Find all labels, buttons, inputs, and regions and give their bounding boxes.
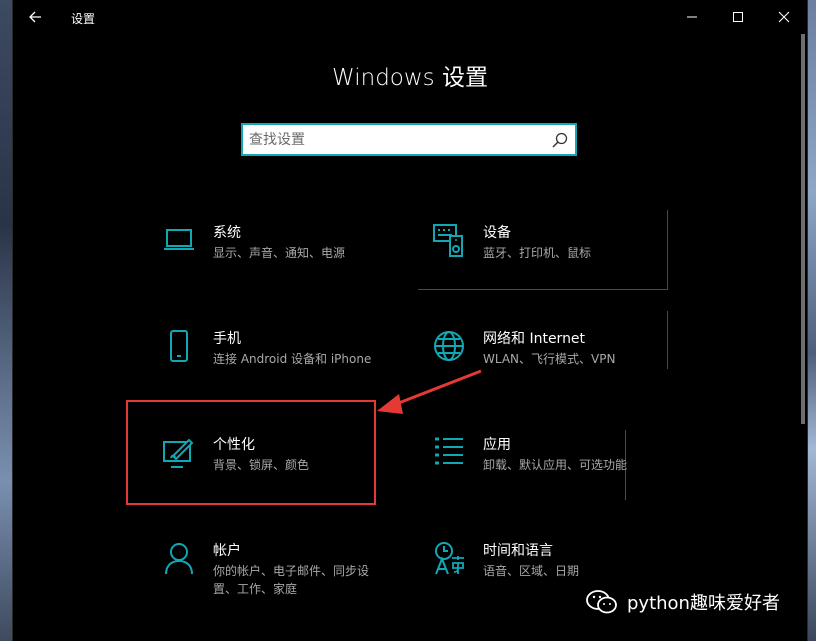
back-arrow-icon [29,11,41,23]
wechat-icon [586,590,617,614]
minimize-button[interactable] [669,0,715,34]
tile-description: 蓝牙、打印机、鼠标 [483,246,592,260]
tile-system[interactable]: 系统 显示、声音、通知、电源 [163,222,413,302]
search-icon[interactable] [551,131,569,149]
tile-title: 设备 [483,225,511,241]
tile-network[interactable]: 网络和 Internet WLAN、飞行模式、VPN [433,328,683,408]
tile-title: 应用 [483,437,511,453]
apps-list-icon [435,437,463,465]
tile-description: 卸载、默认应用、可选功能 [483,458,628,472]
scrollbar[interactable] [801,34,805,424]
tile-description: 显示、声音、通知、电源 [213,246,346,260]
tile-title: 网络和 Internet [483,331,586,347]
tile-accounts[interactable]: 帐户 你的帐户、电子邮件、同步设置、工作、家庭 [163,540,413,620]
search-input[interactable] [249,130,539,149]
window-title: 设置 [71,12,96,26]
minimize-icon [687,16,697,18]
tile-description: 语音、区域、日期 [483,564,580,578]
time-language-icon [435,542,464,575]
maximize-icon [733,12,743,22]
phone-icon [170,330,188,362]
tile-title: 帐户 [213,543,241,559]
tile-phone[interactable]: 手机 连接 Android 设备和 iPhone [163,328,413,408]
globe-icon [434,331,464,361]
tile-description: 连接 Android 设备和 iPhone [213,352,372,366]
desktop-wallpaper-left [0,0,12,641]
close-icon [778,11,790,23]
tile-title: 时间和语言 [483,543,553,559]
back-button[interactable] [21,4,49,30]
person-icon [165,543,193,575]
watermark-text: python趣味爱好者 [627,593,780,614]
title-bar: 设置 [13,0,807,34]
maximize-button[interactable] [715,0,761,34]
tile-apps[interactable]: 应用 卸载、默认应用、可选功能 [433,434,683,514]
tile-description: WLAN、飞行模式、VPN [483,352,616,366]
settings-window: 设置 Windows 设置 系统 显示、声音、通知、电源 [12,0,808,641]
search-box[interactable] [241,123,577,156]
tile-devices[interactable]: 设备 蓝牙、打印机、鼠标 [433,222,683,302]
tile-description: 你的帐户、电子邮件、同步设置、工作、家庭 [213,564,370,596]
watermark: python趣味爱好者 [585,587,780,617]
tile-title: 系统 [213,225,241,241]
highlight-box [126,400,376,505]
keyboard-speaker-icon [433,224,463,257]
close-button[interactable] [761,0,807,34]
page-title: Windows 设置 [332,65,488,91]
laptop-icon [164,229,194,250]
tile-title: 手机 [213,331,241,347]
